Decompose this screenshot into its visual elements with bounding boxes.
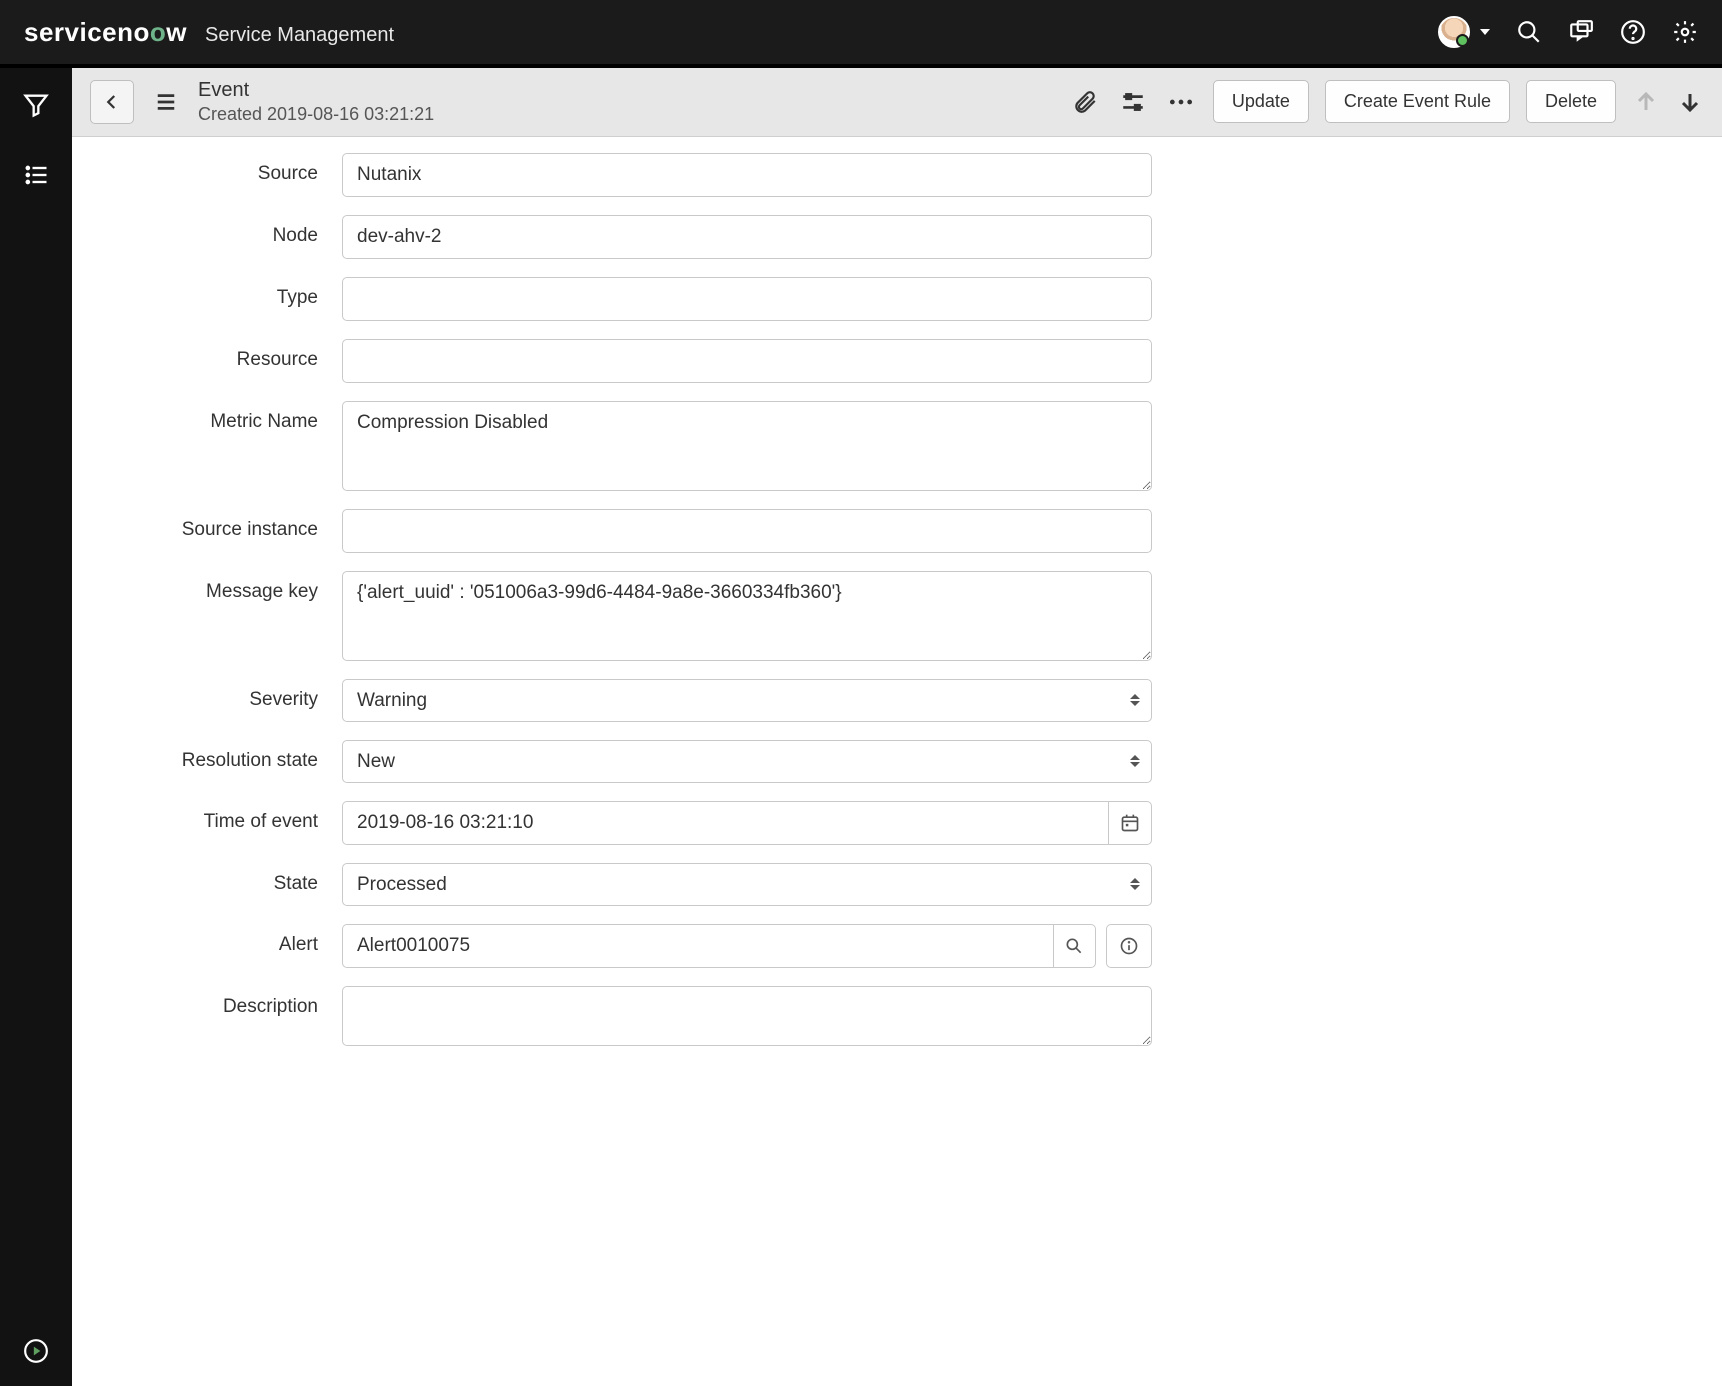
update-button[interactable]: Update	[1213, 80, 1309, 123]
attachment-icon[interactable]	[1069, 86, 1101, 118]
avatar	[1438, 16, 1470, 48]
description-field[interactable]	[342, 986, 1152, 1046]
metric-name-field[interactable]: Compression Disabled	[342, 401, 1152, 491]
user-menu[interactable]	[1438, 16, 1490, 48]
label-type: Type	[112, 277, 342, 309]
form-header: Event Created 2019-08-16 03:21:21 Update…	[72, 68, 1722, 137]
type-field[interactable]	[342, 277, 1152, 321]
form-menu-icon[interactable]	[148, 80, 184, 124]
next-record-arrow[interactable]	[1676, 88, 1704, 116]
sliders-icon[interactable]	[1117, 86, 1149, 118]
main-area: Event Created 2019-08-16 03:21:21 Update…	[0, 68, 1722, 1386]
alert-field[interactable]	[342, 924, 1053, 968]
source-field[interactable]	[342, 153, 1152, 197]
info-icon[interactable]	[1106, 924, 1152, 968]
play-icon[interactable]	[21, 1336, 51, 1366]
left-navigation-rail	[0, 68, 72, 1386]
label-resource: Resource	[112, 339, 342, 371]
resolution-state-select[interactable]: New	[342, 740, 1152, 783]
chevron-down-icon	[1480, 29, 1490, 35]
more-icon[interactable]	[1165, 86, 1197, 118]
form-header-tools: Update Create Event Rule Delete	[1069, 80, 1704, 123]
record-subtitle: Created 2019-08-16 03:21:21	[198, 103, 434, 126]
previous-record-arrow[interactable]	[1632, 88, 1660, 116]
logo-area: servicenoow Service Management	[24, 17, 394, 48]
message-key-field[interactable]: {'alert_uuid' : '051006a3-99d6-4484-9a8e…	[342, 571, 1152, 661]
content-panel: Event Created 2019-08-16 03:21:21 Update…	[72, 68, 1722, 1386]
back-button[interactable]	[90, 80, 134, 124]
filter-icon[interactable]	[21, 90, 51, 120]
global-header: servicenoow Service Management	[0, 0, 1722, 68]
label-metric-name: Metric Name	[112, 401, 342, 433]
label-description: Description	[112, 986, 342, 1018]
gear-icon[interactable]	[1672, 19, 1698, 45]
delete-button[interactable]: Delete	[1526, 80, 1616, 123]
list-icon[interactable]	[21, 160, 51, 190]
time-of-event-field[interactable]	[342, 801, 1108, 845]
help-icon[interactable]	[1620, 19, 1646, 45]
label-resolution-state: Resolution state	[112, 740, 342, 772]
label-state: State	[112, 863, 342, 895]
lookup-icon[interactable]	[1053, 924, 1096, 968]
severity-select[interactable]: Warning	[342, 679, 1152, 722]
calendar-icon[interactable]	[1108, 801, 1152, 845]
label-message-key: Message key	[112, 571, 342, 603]
servicenow-logo: servicenoow	[24, 17, 187, 48]
state-select[interactable]: Processed	[342, 863, 1152, 906]
label-time-of-event: Time of event	[112, 801, 342, 833]
product-name: Service Management	[205, 24, 394, 47]
chat-icon[interactable]	[1568, 19, 1594, 45]
label-severity: Severity	[112, 679, 342, 711]
node-field[interactable]	[342, 215, 1152, 259]
create-event-rule-button[interactable]: Create Event Rule	[1325, 80, 1510, 123]
label-source-instance: Source instance	[112, 509, 342, 541]
record-title-block: Event Created 2019-08-16 03:21:21	[198, 78, 434, 126]
record-type: Event	[198, 78, 434, 103]
form-body: Source Node Type Resource Metric Name	[72, 137, 1192, 1104]
label-node: Node	[112, 215, 342, 247]
search-icon[interactable]	[1516, 19, 1542, 45]
resource-field[interactable]	[342, 339, 1152, 383]
form-scroll[interactable]: Source Node Type Resource Metric Name	[72, 137, 1722, 1386]
label-alert: Alert	[112, 924, 342, 956]
source-instance-field[interactable]	[342, 509, 1152, 553]
header-right	[1438, 16, 1698, 48]
label-source: Source	[112, 153, 342, 185]
